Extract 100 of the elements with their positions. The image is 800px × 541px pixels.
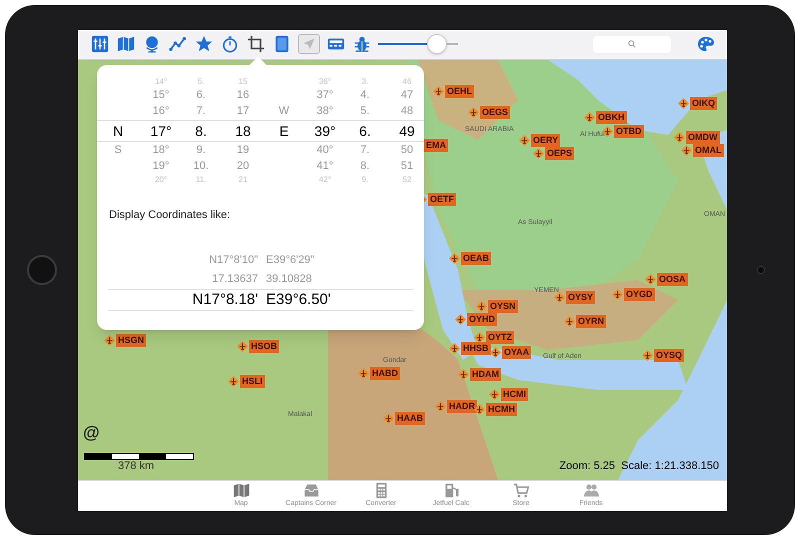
airport-marker-icon[interactable]: [474, 404, 485, 414]
picker-value[interactable]: N: [103, 122, 133, 140]
airport-code-label[interactable]: HHSB: [461, 342, 491, 354]
picker-value[interactable]: 8.: [186, 122, 216, 140]
airport-marker-icon[interactable]: [533, 148, 544, 158]
picker-value[interactable]: 20°: [146, 176, 176, 184]
airport-marker-icon[interactable]: [476, 300, 487, 312]
airport-code-label[interactable]: HSGN: [116, 334, 146, 346]
airport-code-label[interactable]: HCMH: [486, 402, 517, 416]
picker-value[interactable]: 51: [392, 160, 422, 173]
airport-marker-icon[interactable]: [554, 292, 565, 302]
stopwatch-icon[interactable]: [220, 34, 240, 54]
coordinate-format-option[interactable]: 17.13637 39.10828: [108, 270, 413, 289]
airport-marker-icon[interactable]: [358, 368, 369, 378]
picker-value[interactable]: 20: [228, 160, 258, 173]
airport-code-label[interactable]: OYTZ: [486, 330, 514, 344]
picker-value[interactable]: 9.: [350, 176, 380, 184]
picker-value[interactable]: 15: [228, 78, 258, 86]
airport-marker-icon[interactable]: [449, 342, 460, 354]
airport-marker-icon[interactable]: [455, 314, 466, 324]
line-graph-icon[interactable]: [168, 34, 188, 54]
crop-icon[interactable]: [246, 34, 266, 54]
picker-value[interactable]: 5.: [350, 105, 380, 118]
coordinate-format-option[interactable]: N17°8'10" E39°6'29": [108, 251, 413, 270]
airport-code-label[interactable]: OETF: [428, 192, 456, 206]
picker-value[interactable]: 50: [392, 144, 422, 157]
picker-value[interactable]: 6.: [186, 89, 216, 102]
picker-value[interactable]: W: [269, 105, 299, 118]
palette-icon[interactable]: [697, 36, 715, 52]
airport-marker-icon[interactable]: [645, 274, 656, 284]
picker-value[interactable]: 6.: [350, 122, 380, 140]
airport-marker-icon[interactable]: [228, 376, 239, 386]
airport-marker-icon[interactable]: [681, 144, 692, 156]
airport-code-label[interactable]: OYAA: [502, 346, 532, 358]
coordinate-format-option[interactable]: N17°8.18' E39°6.50': [108, 289, 413, 311]
picker-value[interactable]: 9.: [186, 144, 216, 157]
picker-value[interactable]: 15°: [146, 89, 176, 102]
airport-marker-icon[interactable]: [642, 350, 653, 360]
picker-value[interactable]: 21: [228, 176, 258, 184]
picker-value[interactable]: 39°: [310, 122, 340, 140]
airport-marker-icon[interactable]: [458, 368, 469, 380]
picker-value[interactable]: S: [103, 144, 133, 157]
airport-marker-icon[interactable]: [449, 252, 460, 264]
airport-code-label[interactable]: OEPS: [545, 146, 574, 160]
picker-value[interactable]: 7.: [350, 144, 380, 157]
airport-code-label[interactable]: OMAL: [693, 144, 724, 156]
airport-marker-icon[interactable]: [237, 340, 248, 352]
bug-icon[interactable]: [352, 34, 372, 54]
picker-value[interactable]: 17: [228, 105, 258, 118]
airport-code-label[interactable]: HAAB: [395, 412, 425, 424]
picker-value[interactable]: 7.: [186, 105, 216, 118]
airport-code-label[interactable]: OERY: [531, 134, 560, 146]
airport-code-label[interactable]: OTBD: [614, 124, 644, 138]
airport-marker-icon[interactable]: [383, 412, 394, 424]
airport-code-label[interactable]: HDAM: [470, 368, 501, 380]
picker-value[interactable]: E: [269, 122, 299, 140]
picker-value[interactable]: 46: [392, 78, 422, 86]
airport-marker-icon[interactable]: [490, 346, 501, 358]
picker-value[interactable]: 10.: [186, 160, 216, 173]
airport-code-label[interactable]: OYSN: [488, 300, 518, 312]
airport-code-label[interactable]: OMDW: [686, 130, 720, 144]
picker-value[interactable]: 41°: [310, 160, 340, 173]
airport-code-label[interactable]: OEAB: [461, 252, 492, 264]
airport-code-label[interactable]: OYGD: [624, 288, 655, 300]
picker-value[interactable]: 14°: [146, 78, 176, 86]
picker-value[interactable]: 36°: [310, 78, 340, 86]
picker-value[interactable]: 52: [392, 176, 422, 184]
picker-value[interactable]: 18°: [146, 144, 176, 157]
search-field[interactable]: [593, 36, 671, 52]
picker-value[interactable]: 47: [392, 89, 422, 102]
picker-value[interactable]: 8.: [350, 160, 380, 173]
airport-code-label[interactable]: HSOB: [249, 340, 280, 352]
airport-code-label[interactable]: HADR: [447, 400, 477, 412]
airport-code-label[interactable]: OEGS: [480, 106, 510, 118]
picker-value[interactable]: 5.: [186, 78, 216, 86]
picker-value[interactable]: 4.: [350, 89, 380, 102]
picker-value[interactable]: 37°: [310, 89, 340, 102]
picker-value[interactable]: 11.: [186, 176, 216, 184]
airport-code-label[interactable]: OEHL: [445, 84, 474, 98]
airport-code-label[interactable]: OOSA: [657, 272, 688, 286]
picker-value[interactable]: 18: [228, 122, 258, 140]
picker-value[interactable]: 40°: [310, 144, 340, 157]
picker-value[interactable]: 42°: [310, 176, 340, 184]
airport-code-label[interactable]: HABD: [370, 366, 400, 380]
airport-marker-icon[interactable]: [564, 316, 575, 326]
airport-marker-icon[interactable]: [584, 112, 595, 122]
picker-value[interactable]: 16: [228, 89, 258, 102]
airport-code-label[interactable]: OYHD: [467, 312, 498, 326]
zoom-slider[interactable]: [378, 33, 458, 55]
attribution-symbol[interactable]: @: [83, 420, 100, 445]
airport-marker-icon[interactable]: [674, 132, 685, 142]
picker-value[interactable]: 48: [392, 105, 422, 118]
picker-value[interactable]: 19°: [146, 160, 176, 173]
airport-code-label[interactable]: OYRN: [576, 314, 606, 328]
picker-value[interactable]: 3.: [350, 78, 380, 86]
picker-value[interactable]: 17°: [146, 122, 176, 140]
airport-marker-icon[interactable]: [468, 106, 479, 118]
airport-code-label[interactable]: HSLI: [240, 374, 265, 388]
airport-marker-icon[interactable]: [474, 332, 485, 342]
airport-code-label[interactable]: HCMI: [501, 388, 528, 400]
